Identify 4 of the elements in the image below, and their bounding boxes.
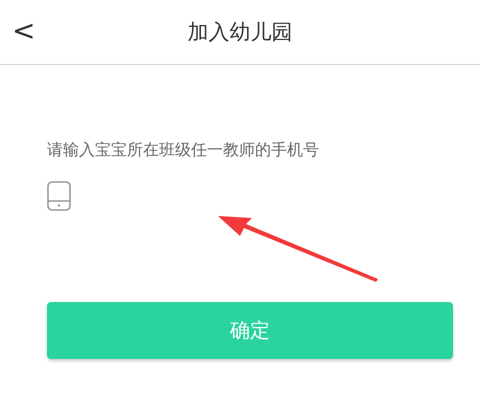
phone-icon: [47, 181, 71, 211]
page-title: 加入幼儿园: [188, 19, 292, 46]
prompt-text: 请输入宝宝所在班级任一教师的手机号: [47, 139, 320, 161]
back-button[interactable]: <: [6, 14, 42, 48]
